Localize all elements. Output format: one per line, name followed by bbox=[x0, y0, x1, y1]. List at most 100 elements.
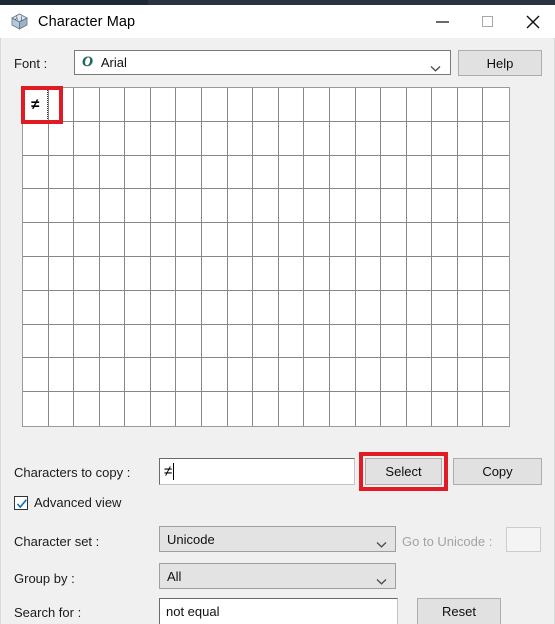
minimize-button[interactable] bbox=[420, 5, 465, 38]
character-cell[interactable] bbox=[23, 256, 49, 291]
character-cell[interactable] bbox=[202, 189, 228, 224]
character-cell[interactable] bbox=[125, 392, 151, 426]
character-cell[interactable] bbox=[304, 88, 330, 122]
character-cell[interactable] bbox=[457, 358, 484, 393]
character-cell[interactable] bbox=[329, 290, 356, 325]
character-cell[interactable] bbox=[48, 121, 75, 156]
character-cell[interactable] bbox=[48, 256, 75, 291]
character-cell[interactable] bbox=[432, 324, 458, 359]
character-cell[interactable] bbox=[432, 290, 458, 325]
character-cell[interactable] bbox=[355, 392, 382, 426]
character-cell[interactable] bbox=[355, 155, 382, 190]
character-cell[interactable] bbox=[457, 121, 484, 156]
reset-button[interactable]: Reset bbox=[417, 598, 501, 624]
character-cell[interactable] bbox=[304, 324, 330, 359]
character-cell[interactable] bbox=[278, 324, 305, 359]
character-cell[interactable] bbox=[253, 256, 279, 291]
character-cell[interactable] bbox=[253, 121, 279, 156]
character-cell[interactable] bbox=[253, 392, 279, 426]
character-cell[interactable] bbox=[483, 290, 509, 325]
character-cell[interactable] bbox=[406, 358, 433, 393]
character-cell[interactable] bbox=[74, 155, 100, 190]
character-cell[interactable] bbox=[150, 88, 177, 122]
character-cell[interactable] bbox=[432, 392, 458, 426]
character-cell[interactable] bbox=[23, 189, 49, 224]
character-set-dropdown[interactable]: Unicode bbox=[159, 526, 396, 552]
character-cell[interactable] bbox=[227, 324, 254, 359]
character-cell[interactable] bbox=[381, 392, 407, 426]
character-cell[interactable] bbox=[278, 290, 305, 325]
character-cell[interactable] bbox=[278, 256, 305, 291]
character-cell[interactable] bbox=[23, 223, 49, 257]
character-cell[interactable] bbox=[329, 358, 356, 393]
character-cell[interactable] bbox=[355, 223, 382, 257]
character-cell-selected[interactable]: ≠ bbox=[23, 88, 49, 122]
character-cell[interactable] bbox=[278, 189, 305, 224]
character-cell[interactable] bbox=[227, 155, 254, 190]
character-cell[interactable] bbox=[381, 88, 407, 122]
character-cell[interactable] bbox=[329, 189, 356, 224]
character-cell[interactable] bbox=[150, 155, 177, 190]
character-cell[interactable] bbox=[48, 155, 75, 190]
character-cell[interactable] bbox=[176, 155, 203, 190]
character-cell[interactable] bbox=[355, 121, 382, 156]
character-cell[interactable] bbox=[202, 392, 228, 426]
character-cell[interactable] bbox=[74, 392, 100, 426]
character-cell[interactable] bbox=[227, 223, 254, 257]
character-cell[interactable] bbox=[125, 324, 151, 359]
character-cell[interactable] bbox=[483, 256, 509, 291]
characters-to-copy-input[interactable]: ≠ bbox=[159, 458, 355, 485]
character-cell[interactable] bbox=[304, 223, 330, 257]
character-cell[interactable] bbox=[304, 155, 330, 190]
character-cell[interactable] bbox=[329, 392, 356, 426]
character-cell[interactable] bbox=[406, 189, 433, 224]
character-cell[interactable] bbox=[406, 290, 433, 325]
character-cell[interactable] bbox=[304, 358, 330, 393]
character-cell[interactable] bbox=[381, 155, 407, 190]
copy-button[interactable]: Copy bbox=[453, 458, 542, 485]
character-cell[interactable] bbox=[278, 223, 305, 257]
search-input[interactable]: not equal bbox=[159, 598, 398, 624]
character-cell[interactable] bbox=[457, 88, 484, 122]
character-cell[interactable] bbox=[202, 290, 228, 325]
character-cell[interactable] bbox=[253, 358, 279, 393]
character-cell[interactable] bbox=[355, 189, 382, 224]
character-cell[interactable] bbox=[74, 358, 100, 393]
character-cell[interactable] bbox=[483, 189, 509, 224]
character-cell[interactable] bbox=[457, 223, 484, 257]
character-cell[interactable] bbox=[23, 392, 49, 426]
character-cell[interactable] bbox=[406, 324, 433, 359]
character-cell[interactable] bbox=[227, 88, 254, 122]
character-cell[interactable] bbox=[202, 121, 228, 156]
character-cell[interactable] bbox=[202, 155, 228, 190]
character-cell[interactable] bbox=[278, 155, 305, 190]
character-cell[interactable] bbox=[150, 358, 177, 393]
character-cell[interactable] bbox=[457, 324, 484, 359]
character-cell[interactable] bbox=[381, 223, 407, 257]
character-cell[interactable] bbox=[457, 392, 484, 426]
group-by-dropdown[interactable]: All bbox=[159, 563, 396, 589]
character-cell[interactable] bbox=[381, 324, 407, 359]
character-cell[interactable] bbox=[406, 223, 433, 257]
title-bar[interactable]: λ J Character Map bbox=[0, 5, 555, 38]
character-cell[interactable] bbox=[74, 121, 100, 156]
character-cell[interactable] bbox=[176, 324, 203, 359]
character-cell[interactable] bbox=[48, 392, 75, 426]
character-cell[interactable] bbox=[74, 324, 100, 359]
character-cell[interactable] bbox=[381, 358, 407, 393]
character-cell[interactable] bbox=[202, 88, 228, 122]
character-cell[interactable] bbox=[406, 256, 433, 291]
character-cell[interactable] bbox=[202, 324, 228, 359]
character-cell[interactable] bbox=[381, 256, 407, 291]
character-cell[interactable] bbox=[432, 121, 458, 156]
character-cell[interactable] bbox=[227, 189, 254, 224]
character-cell[interactable] bbox=[99, 121, 126, 156]
character-cell[interactable] bbox=[355, 290, 382, 325]
character-cell[interactable] bbox=[432, 223, 458, 257]
character-cell[interactable] bbox=[355, 88, 382, 122]
character-cell[interactable] bbox=[483, 223, 509, 257]
character-cell[interactable] bbox=[23, 121, 49, 156]
character-cell[interactable] bbox=[406, 392, 433, 426]
character-cell[interactable] bbox=[150, 223, 177, 257]
character-cell[interactable] bbox=[150, 121, 177, 156]
